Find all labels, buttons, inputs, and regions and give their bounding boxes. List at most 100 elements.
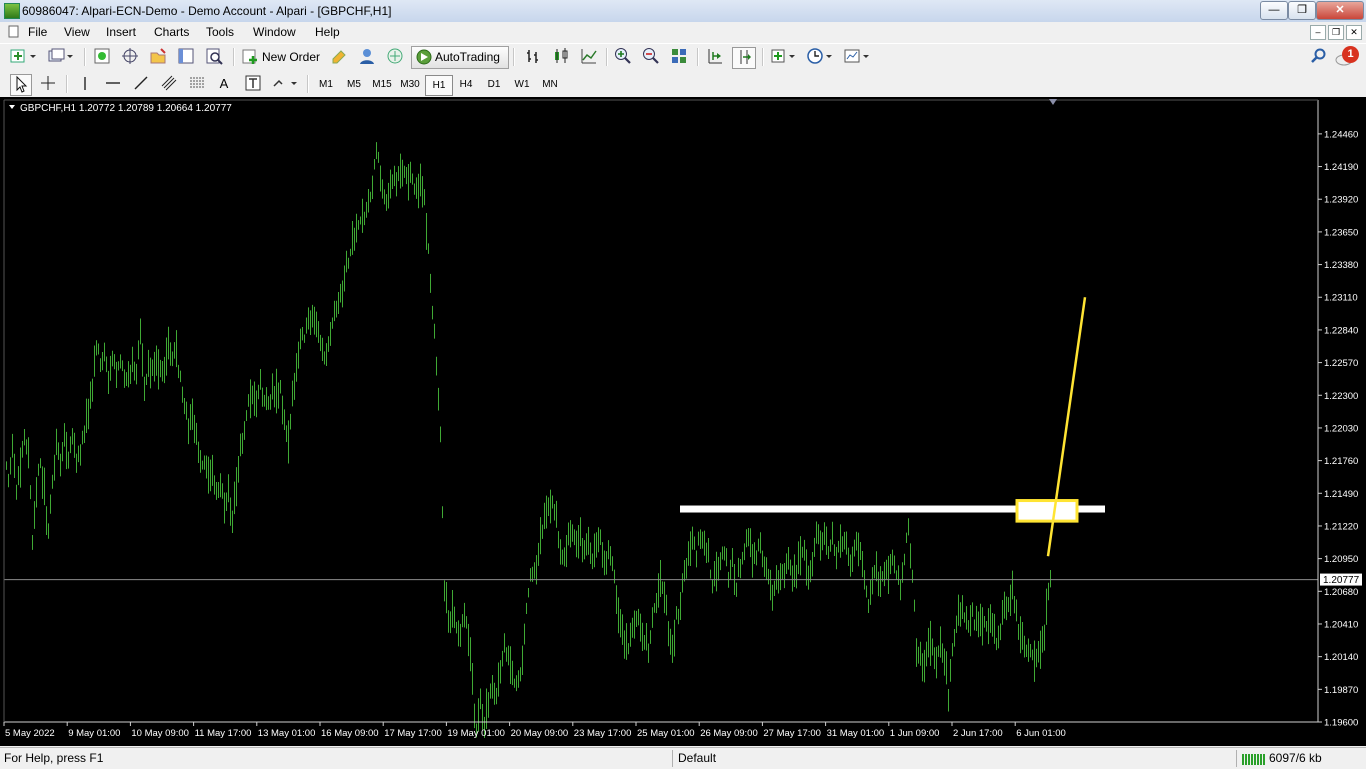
search-button[interactable]: [1308, 47, 1330, 67]
menu-window[interactable]: Window: [253, 25, 296, 39]
periods-button[interactable]: [806, 47, 836, 67]
mdi-minimize-button[interactable]: –: [1310, 25, 1326, 40]
line-chart-button[interactable]: [578, 47, 600, 67]
menu-file[interactable]: File: [28, 25, 47, 39]
price-tick-label: 1.20680: [1324, 587, 1358, 598]
timeframe-w1[interactable]: W1: [509, 75, 535, 94]
zoom-out-button[interactable]: [640, 47, 662, 67]
templates-button[interactable]: [843, 47, 873, 67]
candlestick-button[interactable]: [550, 47, 572, 67]
autotrading-button[interactable]: AutoTrading: [411, 46, 509, 69]
time-tick-label: 20 May 09:00: [511, 728, 569, 739]
tile-windows-button[interactable]: [668, 47, 690, 67]
timeframe-h4[interactable]: H4: [453, 75, 479, 94]
timeframe-d1[interactable]: D1: [481, 75, 507, 94]
auto-scroll-button[interactable]: [704, 47, 726, 67]
vertical-line-button[interactable]: [76, 74, 94, 94]
status-separator: [1236, 750, 1237, 767]
status-separator: [672, 750, 673, 767]
timeframe-h1[interactable]: H1: [425, 75, 453, 96]
new-order-button[interactable]: New Order: [258, 48, 324, 67]
market-watch-icon: [94, 48, 110, 64]
zoom-in-button[interactable]: [612, 47, 634, 67]
time-tick-label: 27 May 17:00: [763, 728, 821, 739]
terminal-icon: [178, 48, 194, 64]
strategy-tester-button[interactable]: [203, 47, 225, 67]
fibonacci-icon: [190, 77, 204, 88]
current-price-label: 1.20777: [1323, 575, 1360, 586]
text-label-button[interactable]: [242, 74, 264, 94]
text-label-icon: [245, 75, 261, 91]
chart-shift-button[interactable]: [732, 47, 756, 69]
time-tick-label: 26 May 09:00: [700, 728, 758, 739]
zoom-in-icon: [615, 48, 631, 64]
meta-editor-button[interactable]: [328, 47, 350, 67]
price-tick-label: 1.21760: [1324, 456, 1358, 467]
menu-help[interactable]: Help: [315, 25, 340, 39]
terminal-button[interactable]: [175, 47, 197, 67]
title-bar: 60986047: Alpari-ECN-Demo - Demo Account…: [0, 0, 1366, 23]
equidistant-channel-button[interactable]: [158, 74, 180, 94]
new-chart-button[interactable]: [8, 47, 40, 67]
mdi-close-button[interactable]: ✕: [1346, 25, 1362, 40]
indicators-icon: [771, 49, 795, 63]
price-tick-label: 1.22030: [1324, 423, 1358, 434]
timeframe-m15[interactable]: M15: [369, 75, 395, 94]
mdi-restore-button[interactable]: ❐: [1328, 25, 1344, 40]
crosshair-button[interactable]: [38, 74, 58, 94]
horizontal-line-button[interactable]: [102, 74, 124, 94]
clock-icon: [807, 48, 832, 64]
profiles-icon: [48, 48, 73, 62]
notifications-button[interactable]: 1: [1334, 46, 1362, 67]
signals-button[interactable]: [356, 47, 378, 67]
indicators-button[interactable]: [770, 47, 800, 67]
toolbar-separator: [66, 75, 68, 93]
navigator-icon: [150, 48, 166, 64]
menu-insert[interactable]: Insert: [106, 25, 136, 39]
timeframe-mn[interactable]: MN: [537, 75, 563, 94]
trendline-button[interactable]: [130, 74, 152, 94]
timeframe-m5[interactable]: M5: [341, 75, 367, 94]
market-button[interactable]: [384, 47, 406, 67]
zoom-out-icon: [643, 48, 659, 64]
auto-scroll-icon: [708, 49, 722, 64]
market-watch-button[interactable]: [91, 47, 113, 67]
price-chart[interactable]: 1.24460 1.24190 1.23920 1.23650 1.23380 1.231…: [0, 97, 1366, 746]
close-button[interactable]: ✕: [1316, 1, 1364, 20]
new-chart-icon: [10, 49, 36, 63]
time-tick-label: 5 May 2022: [5, 728, 55, 739]
highlight-rectangle-annotation[interactable]: [1015, 499, 1079, 523]
navigator-button[interactable]: [147, 47, 169, 67]
time-tick-label: 2 Jun 17:00: [953, 728, 1003, 739]
chart-window[interactable]: 1.24460 1.24190 1.23920 1.23650 1.23380 1.231…: [0, 97, 1366, 746]
profile-status: Default: [678, 751, 717, 765]
toolbar-separator: [513, 48, 515, 66]
cursor-button[interactable]: [10, 74, 32, 96]
data-window-button[interactable]: [119, 47, 141, 67]
timeframe-m30[interactable]: M30: [397, 75, 423, 94]
minimize-button[interactable]: —: [1260, 1, 1288, 20]
time-tick-label: 6 Jun 01:00: [1016, 728, 1066, 739]
price-tick-label: 1.20950: [1324, 554, 1358, 565]
menu-tools[interactable]: Tools: [206, 25, 234, 39]
time-tick-label: 25 May 01:00: [637, 728, 695, 739]
arrows-icon: [273, 79, 297, 87]
status-bar: For Help, press F1 Default 6097/6 kb: [0, 747, 1366, 769]
maximize-button[interactable]: ❐: [1288, 1, 1316, 20]
user-icon: [360, 49, 374, 64]
cursor-arrow-icon: [16, 75, 28, 93]
menu-charts[interactable]: Charts: [154, 25, 189, 39]
menu-view[interactable]: View: [64, 25, 90, 39]
toolbar-separator: [697, 48, 699, 66]
text-button[interactable]: A: [214, 74, 234, 94]
templates-icon: [844, 49, 869, 63]
fibonacci-button[interactable]: [186, 74, 208, 94]
trendline-icon: [134, 76, 148, 90]
time-tick-label: 13 May 01:00: [258, 728, 316, 739]
arrows-button[interactable]: [270, 74, 300, 94]
bar-chart-button[interactable]: [522, 47, 544, 67]
line-studies-toolbar: A M1 M5 M15 M30 H1 H4 D1 W1 MN: [0, 71, 1366, 98]
timeframe-m1[interactable]: M1: [313, 75, 339, 94]
editor-icon: [332, 50, 346, 64]
profiles-button[interactable]: [45, 47, 77, 67]
